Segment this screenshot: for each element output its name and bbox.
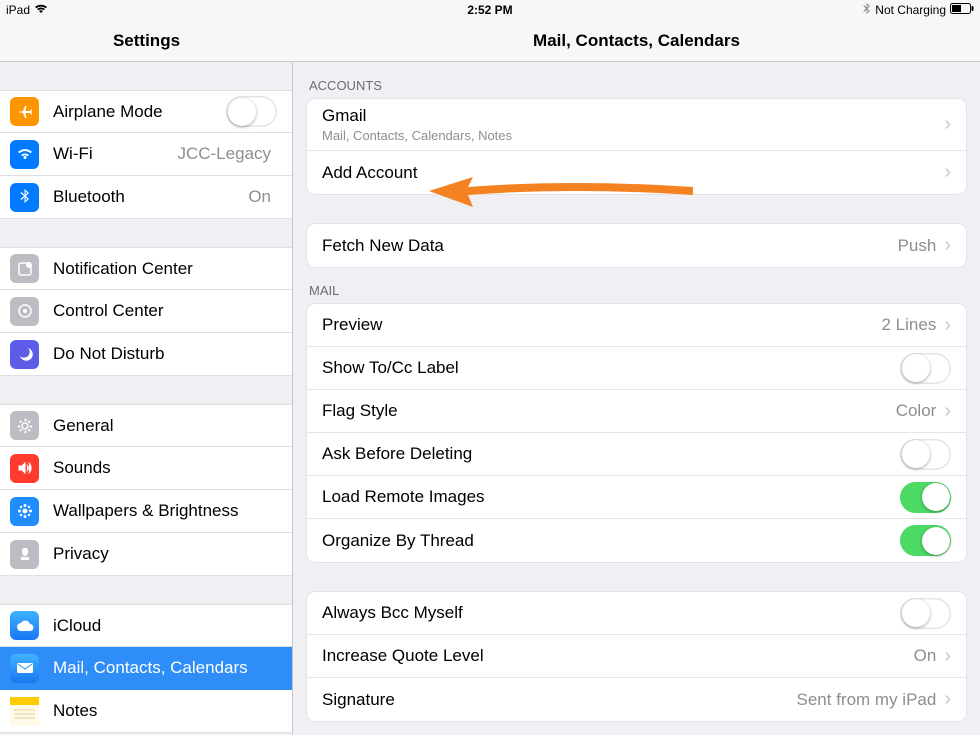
sidebar-item-mail[interactable]: Mail, Contacts, Calendars <box>0 647 292 690</box>
sidebar-item-wallpapers[interactable]: Wallpapers & Brightness <box>0 490 292 533</box>
wifi-label: Wi-Fi <box>53 144 177 164</box>
flag-label: Flag Style <box>322 401 896 421</box>
dnd-icon <box>10 340 39 369</box>
airplane-label: Airplane Mode <box>53 102 226 122</box>
settings-title: Settings <box>0 20 293 61</box>
ask-delete-toggle[interactable] <box>900 439 951 470</box>
chevron-right-icon: › <box>944 161 951 184</box>
sidebar-item-bluetooth[interactable]: Bluetooth On <box>0 176 292 219</box>
control-center-icon <box>10 297 39 326</box>
status-bar: iPad 2:52 PM Not Charging <box>0 0 980 20</box>
cloud-icon <box>10 611 39 640</box>
charge-status-label: Not Charging <box>875 3 946 17</box>
sounds-label: Sounds <box>53 458 277 478</box>
load-remote-label: Load Remote Images <box>322 487 900 507</box>
wallpapers-label: Wallpapers & Brightness <box>53 501 277 521</box>
bluetooth-label: Bluetooth <box>53 187 248 207</box>
mail-section-header: MAIL <box>293 267 980 304</box>
notification-label: Notification Center <box>53 259 277 279</box>
sidebar-item-dnd[interactable]: Do Not Disturb <box>0 333 292 376</box>
sidebar-item-notification[interactable]: Notification Center <box>0 247 292 290</box>
airplane-toggle[interactable] <box>226 96 277 127</box>
mail-label: Mail, Contacts, Calendars <box>53 658 277 678</box>
bluetooth-icon <box>10 183 39 212</box>
mail-icon <box>10 654 39 683</box>
wifi-icon <box>10 140 39 169</box>
preview-row[interactable]: Preview 2 Lines › <box>307 304 966 347</box>
sidebar-item-notes[interactable]: Notes <box>0 690 292 733</box>
add-account-row[interactable]: Add Account › <box>307 151 966 194</box>
quote-value: On <box>914 646 937 666</box>
privacy-icon <box>10 540 39 569</box>
show-tocc-toggle[interactable] <box>900 353 951 384</box>
fetch-row[interactable]: Fetch New Data Push › <box>307 224 966 267</box>
sidebar-item-control[interactable]: Control Center <box>0 290 292 333</box>
battery-icon <box>950 3 974 17</box>
preview-label: Preview <box>322 315 882 335</box>
chevron-right-icon: › <box>944 645 951 668</box>
settings-sidebar[interactable]: Airplane Mode Wi-Fi JCC-Legacy Bluetooth… <box>0 62 293 735</box>
detail-title: Mail, Contacts, Calendars <box>293 20 980 61</box>
privacy-label: Privacy <box>53 544 277 564</box>
airplane-icon <box>10 97 39 126</box>
signature-label: Signature <box>322 690 797 710</box>
sidebar-item-wifi[interactable]: Wi-Fi JCC-Legacy <box>0 133 292 176</box>
load-remote-row[interactable]: Load Remote Images <box>307 476 966 519</box>
ask-delete-label: Ask Before Deleting <box>322 444 900 464</box>
bluetooth-status-icon <box>863 3 871 18</box>
wifi-status-icon <box>34 3 48 17</box>
notification-icon <box>10 254 39 283</box>
load-remote-toggle[interactable] <box>900 482 951 513</box>
flag-value: Color <box>896 401 937 421</box>
notes-label: Notes <box>53 701 277 721</box>
chevron-right-icon: › <box>944 314 951 337</box>
preview-value: 2 Lines <box>882 315 937 335</box>
sidebar-item-privacy[interactable]: Privacy <box>0 533 292 576</box>
gmail-sub: Mail, Contacts, Calendars, Notes <box>322 128 512 143</box>
signature-value: Sent from my iPad <box>797 690 937 710</box>
accounts-section-header: ACCOUNTS <box>293 62 980 99</box>
icloud-label: iCloud <box>53 616 277 636</box>
chevron-right-icon: › <box>944 234 951 257</box>
wallpapers-icon <box>10 497 39 526</box>
header-bar: Settings Mail, Contacts, Calendars <box>0 20 980 62</box>
fetch-value: Push <box>898 236 937 256</box>
organize-label: Organize By Thread <box>322 531 900 551</box>
gear-icon <box>10 411 39 440</box>
sidebar-item-general[interactable]: General <box>0 404 292 447</box>
ask-delete-row[interactable]: Ask Before Deleting <box>307 433 966 476</box>
account-row-gmail[interactable]: Gmail Mail, Contacts, Calendars, Notes › <box>307 99 966 151</box>
detail-pane[interactable]: ACCOUNTS Gmail Mail, Contacts, Calendars… <box>293 62 980 735</box>
general-label: General <box>53 416 277 436</box>
chevron-right-icon: › <box>944 400 951 423</box>
fetch-label: Fetch New Data <box>322 236 898 256</box>
dnd-label: Do Not Disturb <box>53 344 277 364</box>
add-account-label: Add Account <box>322 163 944 183</box>
flag-style-row[interactable]: Flag Style Color › <box>307 390 966 433</box>
wifi-value: JCC-Legacy <box>177 144 271 164</box>
status-time-label: 2:52 PM <box>467 3 512 17</box>
organize-toggle[interactable] <box>900 525 951 556</box>
increase-quote-row[interactable]: Increase Quote Level On › <box>307 635 966 678</box>
sounds-icon <box>10 454 39 483</box>
bcc-label: Always Bcc Myself <box>322 603 900 623</box>
chevron-right-icon: › <box>944 113 951 136</box>
quote-label: Increase Quote Level <box>322 646 914 666</box>
sidebar-item-icloud[interactable]: iCloud <box>0 604 292 647</box>
signature-row[interactable]: Signature Sent from my iPad › <box>307 678 966 721</box>
device-name-label: iPad <box>6 3 30 17</box>
bcc-toggle[interactable] <box>900 598 951 629</box>
organize-thread-row[interactable]: Organize By Thread <box>307 519 966 562</box>
bluetooth-value: On <box>248 187 271 207</box>
sidebar-item-sounds[interactable]: Sounds <box>0 447 292 490</box>
chevron-right-icon: › <box>944 688 951 711</box>
gmail-title: Gmail <box>322 106 512 126</box>
always-bcc-row[interactable]: Always Bcc Myself <box>307 592 966 635</box>
control-label: Control Center <box>53 301 277 321</box>
show-tocc-row[interactable]: Show To/Cc Label <box>307 347 966 390</box>
show-tocc-label: Show To/Cc Label <box>322 358 900 378</box>
notes-icon <box>10 697 39 726</box>
sidebar-item-airplane[interactable]: Airplane Mode <box>0 90 292 133</box>
